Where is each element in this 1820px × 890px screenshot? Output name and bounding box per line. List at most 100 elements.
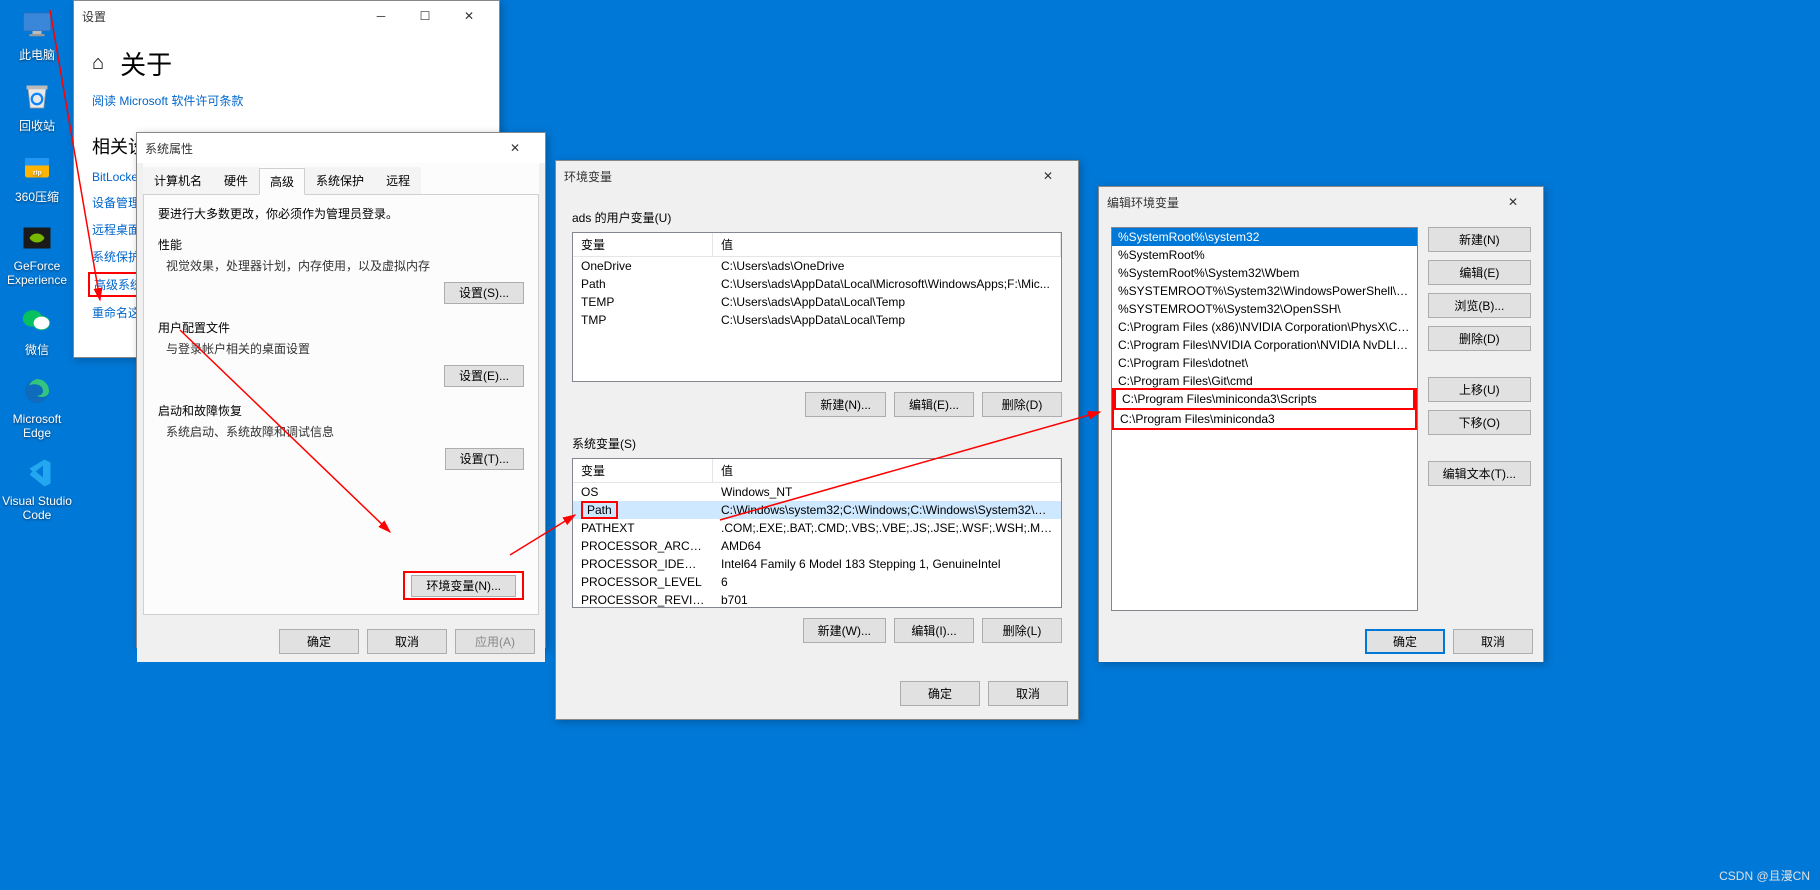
edit-button[interactable]: 编辑(E) (1428, 260, 1531, 285)
sys-edit-button[interactable]: 编辑(I)... (894, 618, 974, 643)
perf-group-title: 性能 (158, 236, 524, 253)
tab-hardware[interactable]: 硬件 (213, 167, 259, 194)
col-value[interactable]: 值 (713, 233, 1061, 256)
path-entries-list[interactable]: %SystemRoot%\system32%SystemRoot%%System… (1111, 227, 1418, 611)
desktop-icon-wechat[interactable]: 微信 (0, 301, 74, 358)
admin-note: 要进行大多数更改，你必须作为管理员登录。 (158, 205, 524, 222)
vscode-icon (17, 454, 57, 492)
edge-icon (17, 372, 57, 410)
delete-button[interactable]: 删除(D) (1428, 326, 1531, 351)
desktop-icon-recycle-bin[interactable]: 回收站 (0, 77, 74, 134)
close-button[interactable]: ✕ (447, 1, 491, 31)
user-vars-list[interactable]: 变量 值 OneDriveC:\Users\ads\OneDrivePathC:… (572, 232, 1062, 382)
envvar-title: 环境变量 (564, 168, 1026, 185)
table-row[interactable]: OneDriveC:\Users\ads\OneDrive (573, 257, 1061, 275)
close-button[interactable]: ✕ (1026, 161, 1070, 191)
wechat-icon (17, 301, 57, 339)
col-variable[interactable]: 变量 (573, 233, 713, 256)
sysprop-title: 系统属性 (145, 140, 493, 157)
list-item[interactable]: %SYSTEMROOT%\System32\WindowsPowerShell\… (1112, 282, 1417, 300)
table-row[interactable]: PROCESSOR_IDENTIFIERIntel64 Family 6 Mod… (573, 555, 1061, 573)
tab-content-advanced: 要进行大多数更改，你必须作为管理员登录。 性能 视觉效果，处理器计划，内存使用，… (143, 195, 539, 615)
desktop-icon-geforce[interactable]: GeForce Experience (0, 219, 74, 287)
table-row[interactable]: PATHEXT.COM;.EXE;.BAT;.CMD;.VBS;.VBE;.JS… (573, 519, 1061, 537)
close-button[interactable]: ✕ (493, 133, 537, 163)
edit-text-button[interactable]: 编辑文本(T)... (1428, 461, 1531, 486)
ok-button[interactable]: 确定 (1365, 629, 1445, 654)
recycle-bin-icon (17, 77, 57, 115)
list-item[interactable]: C:\Program Files (x86)\NVIDIA Corporatio… (1112, 318, 1417, 336)
cancel-button[interactable]: 取消 (988, 681, 1068, 706)
user-new-button[interactable]: 新建(N)... (805, 392, 886, 417)
svg-text:zip: zip (32, 170, 41, 177)
sys-delete-button[interactable]: 删除(L) (982, 618, 1062, 643)
startup-group-desc: 系统启动、系统故障和调试信息 (166, 423, 524, 440)
table-row[interactable]: PROCESSOR_REVISIONb701 (573, 591, 1061, 608)
sys-vars-list[interactable]: 变量 值 OSWindows_NTPathC:\Windows\system32… (572, 458, 1062, 608)
startup-settings-button[interactable]: 设置(T)... (445, 448, 524, 470)
desktop-icon-vscode[interactable]: Visual Studio Code (0, 454, 74, 522)
editenv-title: 编辑环境变量 (1107, 194, 1491, 211)
icon-label: 此电脑 (0, 46, 74, 63)
license-link[interactable]: 阅读 Microsoft 软件许可条款 (74, 86, 499, 115)
profile-group-title: 用户配置文件 (158, 319, 524, 336)
desktop-icon-360zip[interactable]: zip 360压缩 (0, 148, 74, 205)
browse-button[interactable]: 浏览(B)... (1428, 293, 1531, 318)
user-vars-label: ads 的用户变量(U) (572, 209, 1062, 226)
user-edit-button[interactable]: 编辑(E)... (894, 392, 974, 417)
desktop-icon-this-pc[interactable]: 此电脑 (0, 6, 74, 63)
table-row[interactable]: PathC:\Windows\system32;C:\Windows;C:\Wi… (573, 501, 1061, 519)
table-row[interactable]: TMPC:\Users\ads\AppData\Local\Temp (573, 311, 1061, 329)
col-variable[interactable]: 变量 (573, 459, 713, 482)
zip-icon: zip (17, 148, 57, 186)
tab-computer-name[interactable]: 计算机名 (143, 167, 213, 194)
list-item[interactable]: %SystemRoot% (1112, 246, 1417, 264)
minimize-button[interactable]: ─ (359, 1, 403, 31)
settings-title: 设置 (82, 8, 359, 25)
list-item[interactable]: C:\Program Files\NVIDIA Corporation\NVID… (1112, 336, 1417, 354)
sysprop-titlebar: 系统属性 ✕ (137, 133, 545, 163)
edit-env-var-dialog: 编辑环境变量 ✕ %SystemRoot%\system32%SystemRoo… (1098, 186, 1544, 662)
table-row[interactable]: PROCESSOR_ARCHITECT...AMD64 (573, 537, 1061, 555)
startup-group-title: 启动和故障恢复 (158, 402, 524, 419)
list-item[interactable]: C:\Program Files\miniconda3 (1114, 410, 1415, 428)
ok-button[interactable]: 确定 (279, 629, 359, 654)
list-item[interactable]: %SystemRoot%\System32\Wbem (1112, 264, 1417, 282)
envvar-titlebar: 环境变量 ✕ (556, 161, 1078, 191)
table-row[interactable]: PROCESSOR_LEVEL6 (573, 573, 1061, 591)
cancel-button[interactable]: 取消 (367, 629, 447, 654)
tab-remote[interactable]: 远程 (375, 167, 421, 194)
icon-label: 微信 (0, 341, 74, 358)
user-delete-button[interactable]: 删除(D) (982, 392, 1062, 417)
icon-label: Visual Studio Code (0, 494, 74, 522)
list-item[interactable]: %SystemRoot%\system32 (1112, 228, 1417, 246)
nvidia-icon (17, 219, 57, 257)
table-row[interactable]: OSWindows_NT (573, 483, 1061, 501)
move-up-button[interactable]: 上移(U) (1428, 377, 1531, 402)
perf-settings-button[interactable]: 设置(S)... (444, 282, 524, 304)
watermark: CSDN @且漫CN (1719, 867, 1810, 884)
profile-settings-button[interactable]: 设置(E)... (444, 365, 524, 387)
table-row[interactable]: PathC:\Users\ads\AppData\Local\Microsoft… (573, 275, 1061, 293)
back-button[interactable]: ⌂ (92, 52, 104, 75)
tab-advanced[interactable]: 高级 (259, 168, 305, 195)
settings-titlebar: 设置 ─ ☐ ✕ (74, 1, 499, 31)
env-variables-dialog: 环境变量 ✕ ads 的用户变量(U) 变量 值 OneDriveC:\User… (555, 160, 1079, 720)
list-item[interactable]: %SYSTEMROOT%\System32\OpenSSH\ (1112, 300, 1417, 318)
profile-group-desc: 与登录帐户相关的桌面设置 (166, 340, 524, 357)
new-button[interactable]: 新建(N) (1428, 227, 1531, 252)
sys-new-button[interactable]: 新建(W)... (803, 618, 886, 643)
ok-button[interactable]: 确定 (900, 681, 980, 706)
apply-button[interactable]: 应用(A) (455, 629, 535, 654)
maximize-button[interactable]: ☐ (403, 1, 447, 31)
move-down-button[interactable]: 下移(O) (1428, 410, 1531, 435)
tab-system-protection[interactable]: 系统保护 (305, 167, 375, 194)
desktop-icon-edge[interactable]: Microsoft Edge (0, 372, 74, 440)
cancel-button[interactable]: 取消 (1453, 629, 1533, 654)
close-button[interactable]: ✕ (1491, 187, 1535, 217)
table-row[interactable]: TEMPC:\Users\ads\AppData\Local\Temp (573, 293, 1061, 311)
list-item[interactable]: C:\Program Files\dotnet\ (1112, 354, 1417, 372)
list-item[interactable]: C:\Program Files\miniconda3\Scripts (1114, 388, 1415, 410)
env-variables-button[interactable]: 环境变量(N)... (411, 575, 516, 597)
col-value[interactable]: 值 (713, 459, 1061, 482)
